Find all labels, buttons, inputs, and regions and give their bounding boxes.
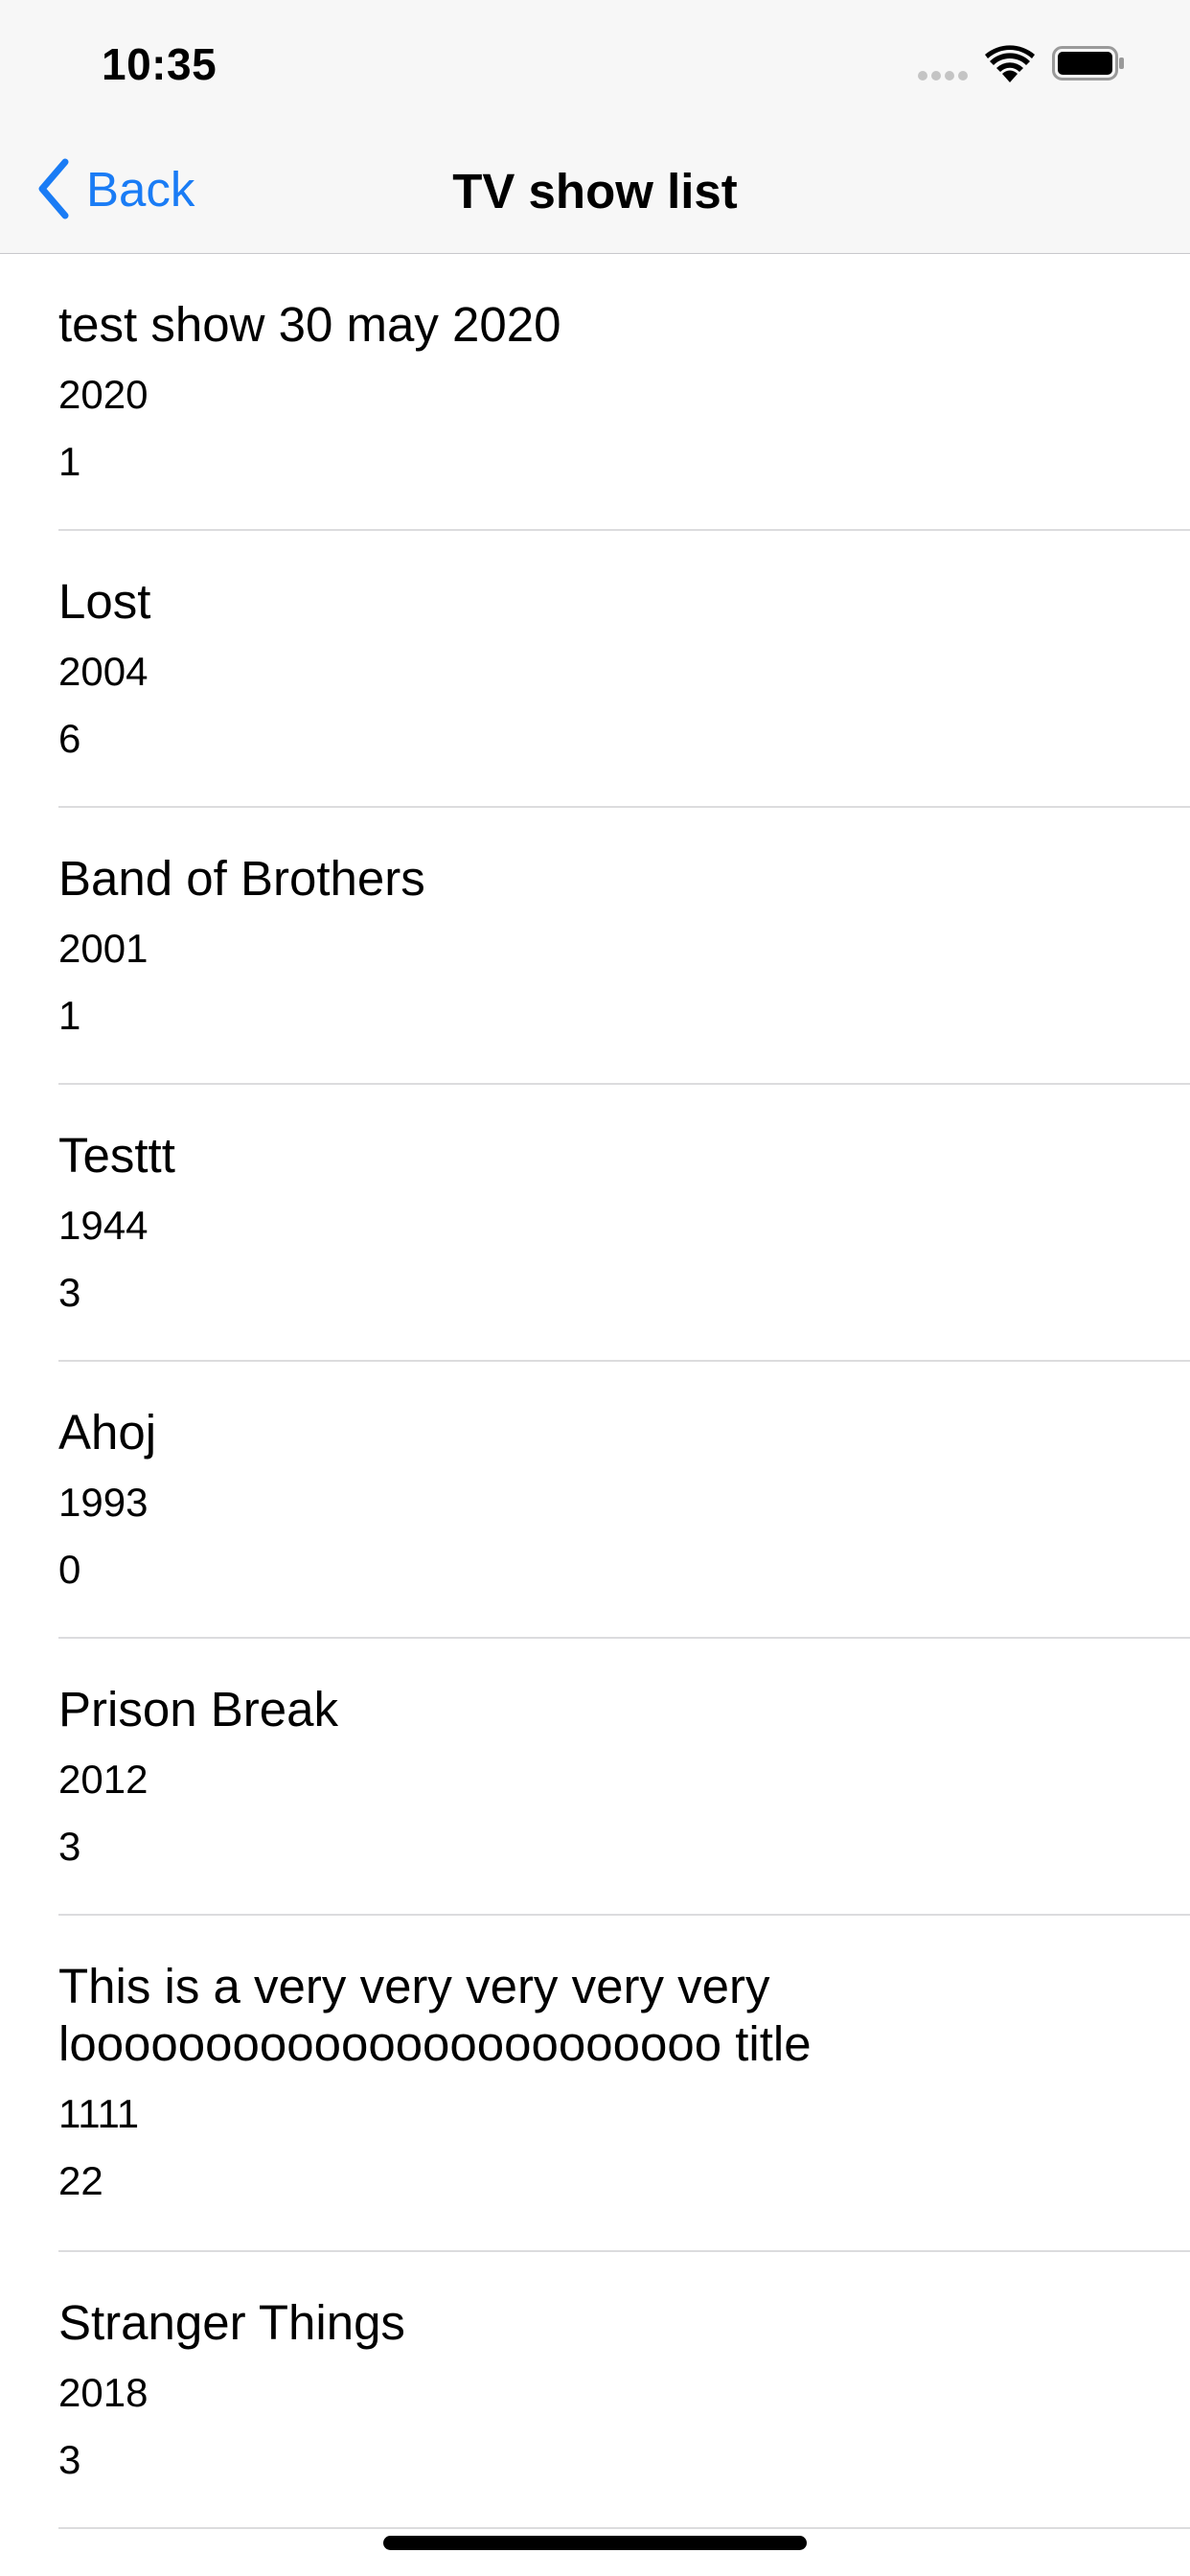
signal-dots-icon [918, 71, 970, 82]
show-year: 1944 [58, 1203, 149, 1248]
show-year: 2020 [58, 372, 149, 417]
show-seasons: 6 [58, 716, 81, 761]
show-year: 2001 [58, 926, 149, 971]
top-bar: 10:35 Back TV show list [0, 0, 1190, 254]
show-seasons: 3 [58, 1824, 81, 1869]
page-title: TV show list [452, 164, 738, 218]
show-title: Testtt [58, 1128, 175, 1183]
show-seasons: 1 [58, 439, 81, 484]
show-title: Prison Break [58, 1682, 338, 1736]
list-item[interactable]: test show 30 may 2020 2020 1 [0, 254, 1190, 531]
home-indicator[interactable] [383, 2536, 807, 2550]
show-year: 1111 [58, 2091, 140, 2136]
wifi-icon [985, 45, 1035, 82]
show-title: This is a very very very very very loooo… [58, 1959, 812, 2071]
show-year: 2018 [58, 2370, 149, 2415]
list-item[interactable]: This is a very very very very very loooo… [0, 1916, 1190, 2252]
show-year: 2004 [58, 649, 149, 694]
show-title: Ahoj [58, 1405, 157, 1460]
status-bar: 10:35 [0, 0, 1190, 126]
show-seasons: 0 [58, 1547, 81, 1592]
show-year: 1993 [58, 1480, 149, 1525]
show-seasons: 3 [58, 1270, 81, 1315]
list-item[interactable]: Stranger Things 2018 3 [0, 2252, 1190, 2529]
list-item[interactable]: Prison Break 2012 3 [0, 1639, 1190, 1916]
show-title: test show 30 may 2020 [58, 297, 561, 352]
show-title: Stranger Things [58, 2295, 405, 2350]
list-item[interactable]: Band of Brothers 2001 1 [0, 808, 1190, 1085]
show-seasons: 1 [58, 993, 81, 1038]
navigation-bar: Back TV show list [0, 126, 1190, 253]
tv-show-list: test show 30 may 2020 2020 1 Lost 2004 6… [0, 254, 1190, 2529]
list-item[interactable]: Ahoj 1993 0 [0, 1362, 1190, 1639]
show-title: Band of Brothers [58, 851, 425, 906]
list-item[interactable]: Lost 2004 6 [0, 531, 1190, 808]
show-year: 2012 [58, 1757, 149, 1802]
show-seasons: 3 [58, 2437, 81, 2482]
list-item[interactable]: Testtt 1944 3 [0, 1085, 1190, 1362]
status-time: 10:35 [102, 39, 217, 89]
show-seasons: 22 [58, 2158, 103, 2203]
battery-icon [1052, 46, 1124, 80]
show-title: Lost [58, 574, 151, 629]
